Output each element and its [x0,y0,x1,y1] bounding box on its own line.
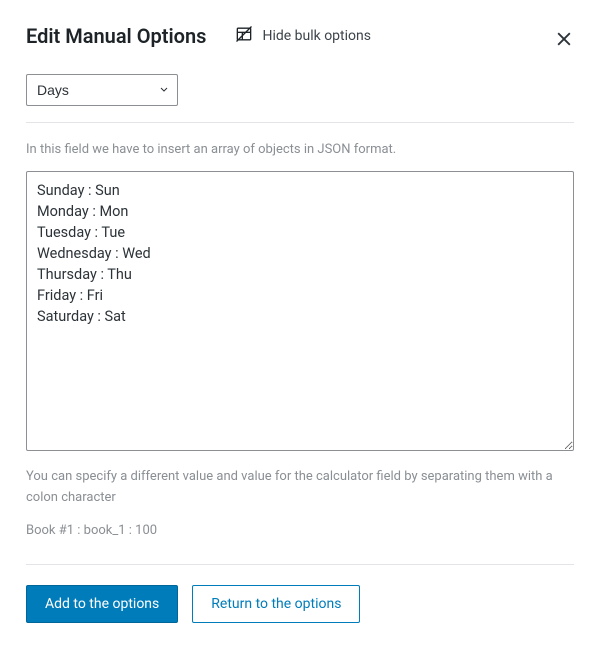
close-button[interactable] [550,26,578,54]
button-row: Add to the options Return to the options [26,585,574,623]
bulk-options-icon [234,24,254,48]
modal-header: Edit Manual Options Hide bulk options [26,24,574,48]
modal-title: Edit Manual Options [26,24,206,48]
divider-top [26,122,574,123]
return-to-options-button[interactable]: Return to the options [192,585,360,623]
helper-text-top: In this field we have to insert an array… [26,141,574,159]
preset-select-wrap: Days [26,74,178,106]
preset-select[interactable]: Days [26,74,178,106]
bulk-options-textarea[interactable]: Sunday : Sun Monday : Mon Tuesday : Tue … [26,171,574,451]
hide-bulk-label: Hide bulk options [262,28,371,44]
edit-manual-options-modal: Edit Manual Options Hide bulk options [0,0,600,651]
helper-text-bottom: You can specify a different value and va… [26,467,574,509]
divider-bottom [26,564,574,565]
hide-bulk-options-toggle[interactable]: Hide bulk options [234,24,371,48]
add-to-options-button[interactable]: Add to the options [26,585,178,623]
close-icon [554,29,574,52]
example-text: Book #1 : book_1 : 100 [26,523,574,538]
